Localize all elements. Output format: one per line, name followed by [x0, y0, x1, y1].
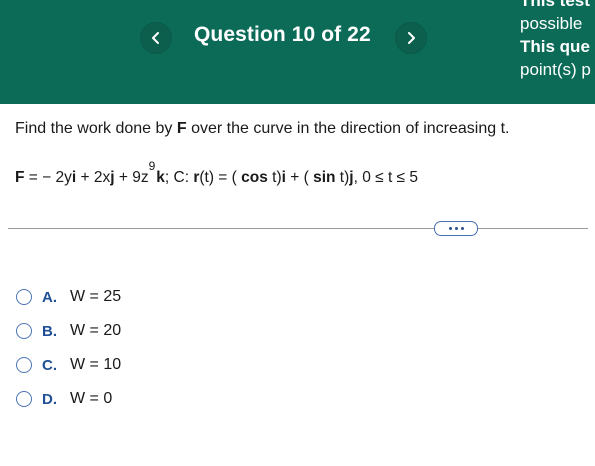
formula-part: = − 2y: [24, 169, 72, 186]
formula-cos: cos: [241, 169, 268, 186]
test-info-line-2: possible: [520, 14, 583, 33]
prompt-text-end: over the curve in the direction of incre…: [186, 120, 510, 137]
formula-part: + (: [285, 169, 314, 186]
chevron-left-icon: [152, 32, 159, 44]
next-question-button[interactable]: [395, 22, 427, 54]
chevron-right-icon: [408, 32, 415, 44]
formula-part: ; C:: [164, 169, 194, 186]
expand-more-button[interactable]: [434, 221, 478, 236]
prompt-vector-F: F: [176, 120, 187, 137]
radio-button-d[interactable]: [16, 391, 32, 407]
option-letter: D.: [42, 390, 57, 408]
ellipsis-icon: [448, 227, 452, 230]
option-text: W = 20: [70, 322, 122, 339]
answer-options: A. W = 25 B. W = 20 C. W = 10 D. W = 0: [16, 280, 121, 416]
formula-range: , 0 ≤ t ≤ 5: [353, 169, 418, 186]
answer-option-d[interactable]: D. W = 0: [16, 382, 121, 416]
section-divider: [8, 228, 588, 229]
question-counter: Question 10 of 22: [194, 23, 371, 46]
test-info-line-1: This test: [520, 0, 590, 10]
radio-button-b[interactable]: [16, 323, 32, 339]
question-formula: F = − 2yi + 2xj + 9z9k; C: r(t) = ( cos …: [15, 159, 418, 188]
answer-option-b[interactable]: B. W = 20: [16, 314, 121, 348]
formula-sin: sin: [313, 169, 336, 186]
formula-part: t): [267, 169, 282, 186]
question-header: Question 10 of 22 This test possible Thi…: [0, 0, 595, 104]
ellipsis-icon: [460, 227, 464, 230]
option-letter: B.: [42, 322, 57, 340]
option-text: W = 10: [70, 356, 122, 373]
option-text: W = 25: [70, 288, 122, 305]
previous-question-button[interactable]: [140, 22, 172, 54]
formula-k: k: [156, 169, 165, 186]
formula-part: + 9z: [114, 169, 149, 186]
answer-option-c[interactable]: C. W = 10: [16, 348, 121, 382]
test-info-line-3: This que: [520, 37, 590, 56]
option-letter: A.: [42, 288, 57, 306]
radio-button-c[interactable]: [16, 357, 32, 373]
formula-part: t): [335, 169, 350, 186]
option-text: W = 0: [70, 390, 113, 407]
option-letter: C.: [42, 356, 57, 374]
formula-part: + 2x: [76, 169, 111, 186]
test-info-panel: This test possible This que point(s) p: [520, 0, 595, 81]
radio-button-a[interactable]: [16, 289, 32, 305]
ellipsis-icon: [454, 227, 458, 230]
test-info-line-4: point(s) p: [520, 60, 591, 79]
formula-exponent: 9: [148, 159, 156, 173]
question-prompt: Find the work done by F over the curve i…: [15, 120, 510, 138]
formula-part: (t) = (: [199, 169, 242, 186]
answer-option-a[interactable]: A. W = 25: [16, 280, 121, 314]
prompt-text-start: Find the work done by: [15, 120, 177, 137]
